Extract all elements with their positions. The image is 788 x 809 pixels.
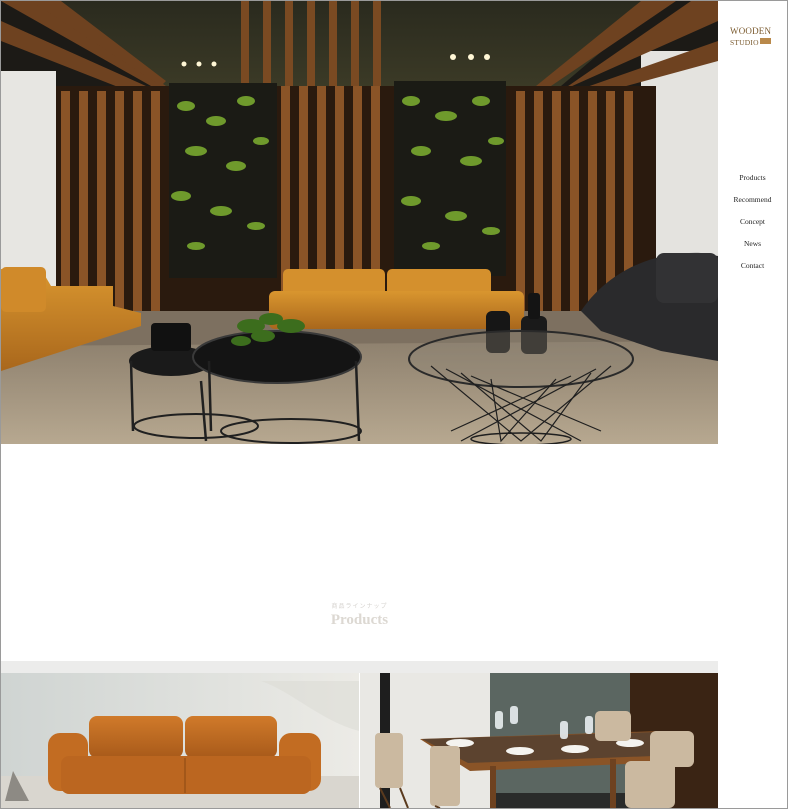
- brand-logo[interactable]: WOODEN STUDIO: [730, 26, 778, 48]
- hero-image: [1, 1, 718, 444]
- products-section-heading: 商品ラインナップ Products: [1, 601, 718, 629]
- products-subtitle: 商品ラインナップ: [331, 603, 388, 610]
- nav-item-products[interactable]: Products: [718, 171, 787, 193]
- nav-item-recommend[interactable]: Recommend: [718, 193, 787, 215]
- product-tile-sofa[interactable]: [1, 661, 359, 808]
- main-nav: Products Recommend Concept News Contact: [718, 171, 787, 281]
- product-tile-dining[interactable]: [360, 661, 718, 808]
- brand-logo-line2: STUDIO: [730, 38, 759, 47]
- page-frame: WOODEN STUDIO Products Recommend Concept…: [0, 0, 788, 809]
- products-title: Products: [330, 612, 389, 628]
- nav-item-contact[interactable]: Contact: [718, 259, 787, 281]
- nav-item-news[interactable]: News: [718, 237, 787, 259]
- sidebar: WOODEN STUDIO Products Recommend Concept…: [718, 1, 787, 808]
- nav-item-concept[interactable]: Concept: [718, 215, 787, 237]
- brand-logo-line1: WOODEN: [730, 26, 772, 36]
- logo-mark-icon: [759, 38, 771, 45]
